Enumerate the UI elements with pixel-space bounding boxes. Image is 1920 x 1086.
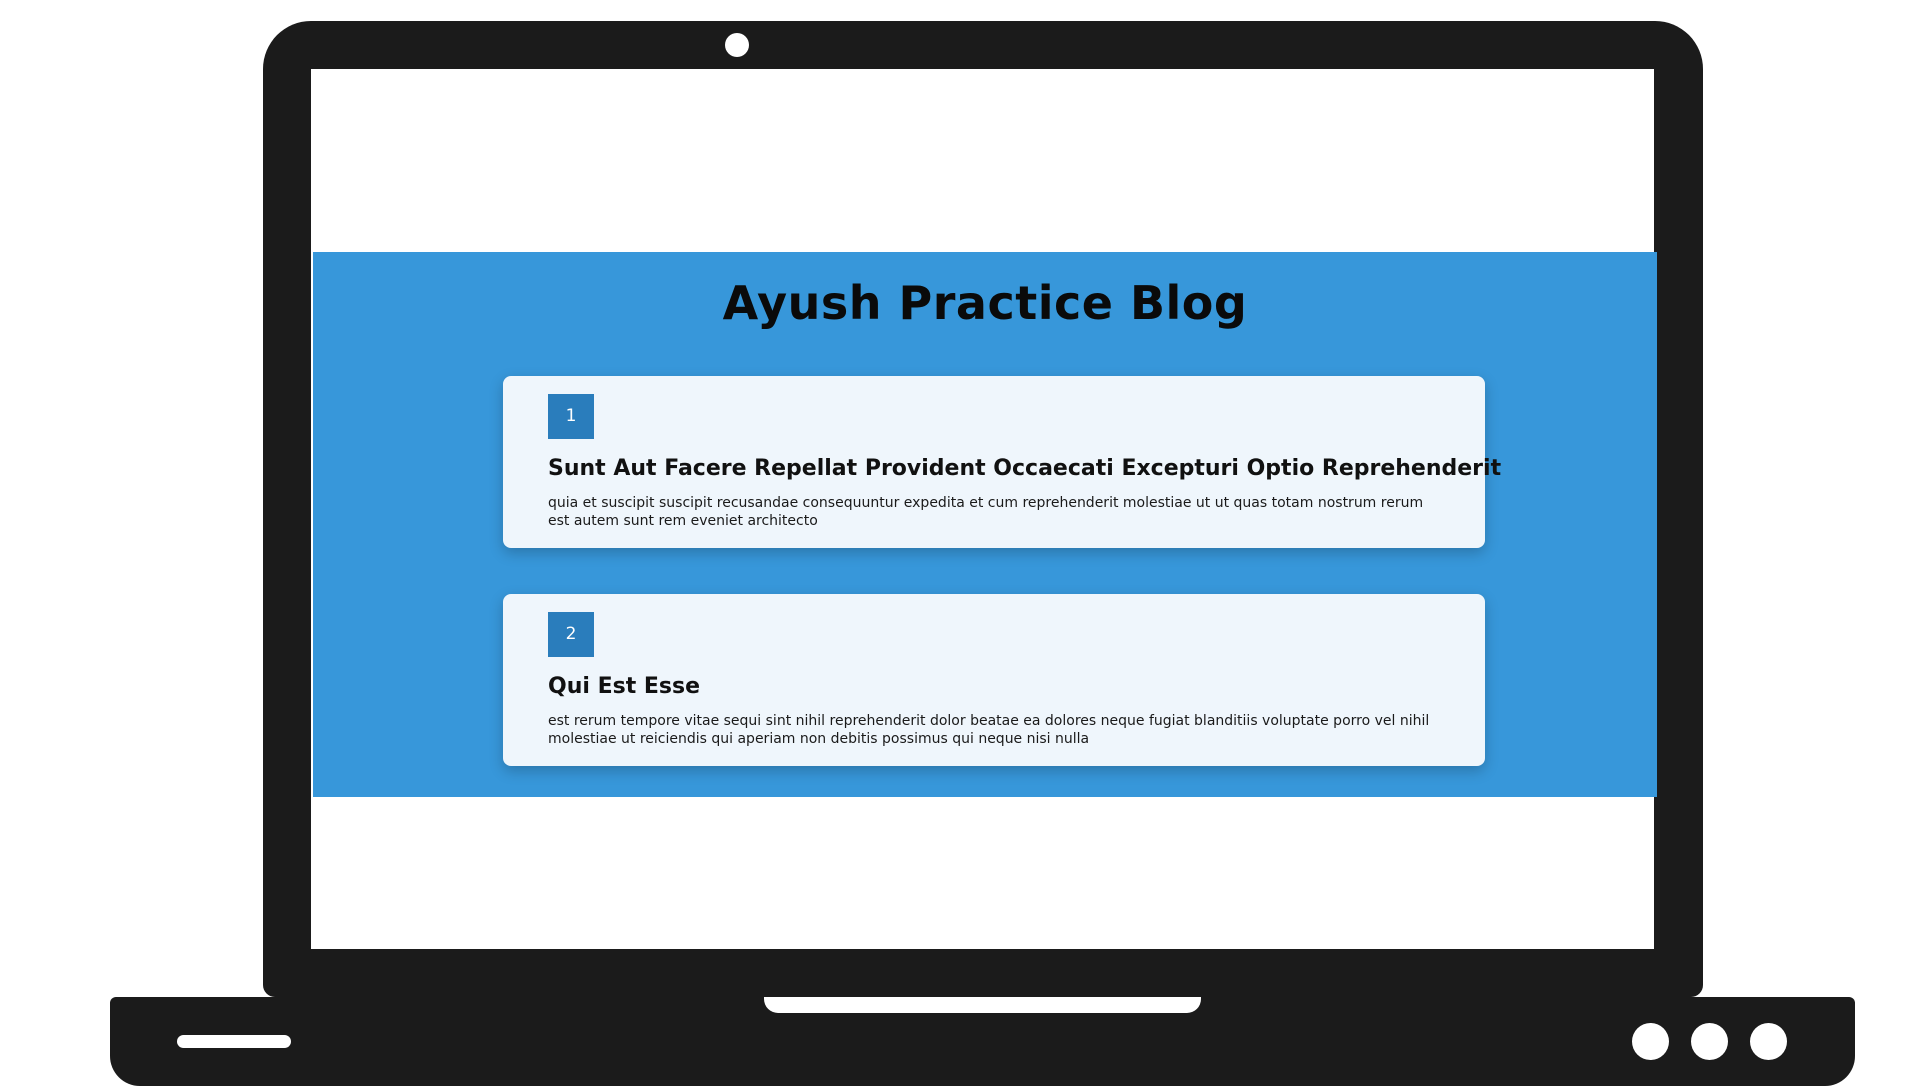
speaker-slot: [177, 1035, 291, 1048]
laptop-notch: [764, 997, 1201, 1013]
post-card[interactable]: 1 Sunt Aut Facere Repellat Provident Occ…: [503, 376, 1501, 548]
post-number-badge: 2: [548, 612, 594, 657]
post-title[interactable]: Sunt Aut Facere Repellat Provident Occae…: [548, 456, 1501, 481]
indicator-dot: [1632, 1023, 1669, 1060]
post-card[interactable]: 2 Qui Est Esse est rerum tempore vitae s…: [503, 594, 1485, 766]
webcam-icon: [725, 33, 749, 57]
blog-section: Ayush Practice Blog 1 Sunt Aut Facere Re…: [313, 252, 1657, 797]
indicator-dot: [1691, 1023, 1728, 1060]
post-title[interactable]: Qui Est Esse: [548, 674, 1468, 699]
post-number-badge: 1: [548, 394, 594, 439]
page-title: Ayush Practice Blog: [722, 276, 1248, 330]
post-body: quia et suscipit suscipit recusandae con…: [548, 495, 1424, 529]
indicator-dot: [1750, 1023, 1787, 1060]
post-body: est rerum tempore vitae sequi sint nihil…: [548, 713, 1430, 747]
